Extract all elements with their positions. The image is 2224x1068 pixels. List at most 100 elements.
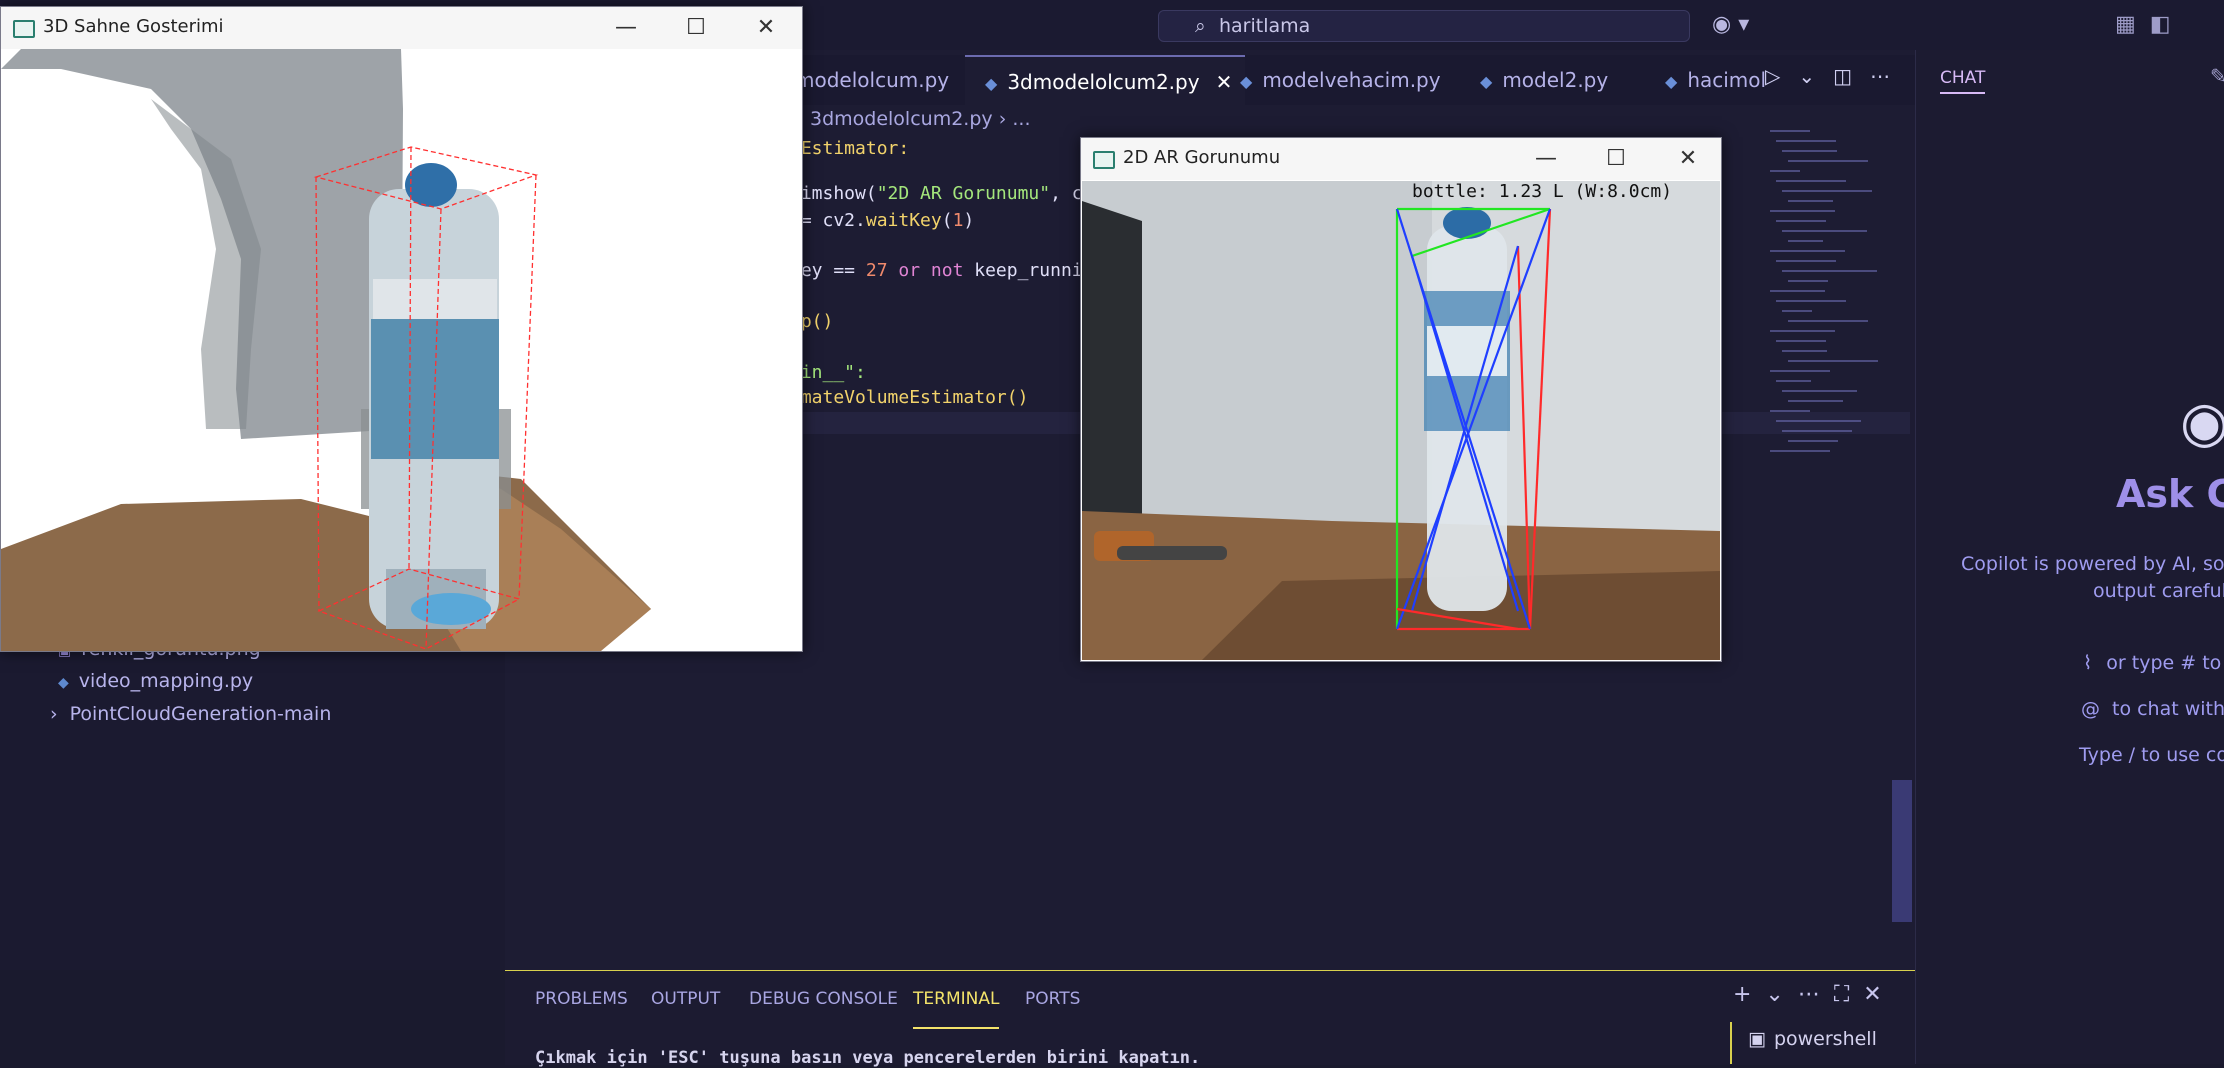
code-line[interactable]: .imshow("2D AR Gorunumu", c [790,183,1083,204]
window-titlebar[interactable]: 2D AR Gorunumu — ☐ ✕ [1081,138,1721,180]
minimap-line [1788,320,1868,322]
window-titlebar[interactable]: 3D Sahne Gosterimi — ☐ ✕ [1,7,802,49]
minimap-line [1776,420,1861,422]
tab-problems[interactable]: PROBLEMS [535,971,628,1027]
python-icon: ◆ [1240,72,1253,91]
panel-actions[interactable]: +⌄⋯⛶✕ [1733,982,1896,1007]
tab-modelolcum[interactable]: modelolcum.py [795,55,949,105]
maximize-icon[interactable]: ☐ [1591,143,1641,175]
window-2d-ar[interactable]: 2D AR Gorunumu — ☐ ✕ bottle: 1.23 L (W:8… [1080,137,1722,662]
tab-3dmodelolcum2[interactable]: ◆ 3dmodelolcum2.py ✕ [965,55,1245,107]
explorer-sidebar: ▣renkli_goruntu.png ◆video_mapping.py ›P… [0,630,505,970]
minimap-line [1782,230,1867,232]
minimap-line [1782,270,1877,272]
minimap-line [1788,160,1868,162]
window-title: 2D AR Gorunumu [1123,147,1281,168]
new-chat-icon[interactable]: ✎ [2210,64,2224,88]
chat-title: Ask Co [2116,472,2224,516]
minimap-line [1788,280,1828,282]
code-line[interactable]: imateVolumeEstimator() [790,387,1028,408]
copilot-icon[interactable]: ◉ ▾ [1712,12,1749,37]
paperclip-icon: ⌇ [2083,652,2093,674]
minimap-line [1770,370,1830,372]
app-icon [13,20,35,38]
minimap-line [1776,180,1846,182]
minimap-line [1776,140,1836,142]
minimap-line [1770,170,1800,172]
minimap-line [1788,440,1838,442]
tab-debug-console[interactable]: DEBUG CONSOLE [749,971,898,1027]
search-text: haritlama [1219,15,1311,37]
minimap[interactable] [1770,130,1890,460]
terminal-instance-powershell[interactable]: ▣ powershell [1730,1022,1917,1064]
tab-model2[interactable]: ◆ model2.py [1480,55,1608,105]
minimap-line [1770,410,1810,412]
minimap-line [1788,360,1878,362]
folder-pointcloudgeneration[interactable]: › PointCloudGeneration-main [50,703,331,725]
minimap-line [1770,450,1830,452]
app-icon [1093,151,1115,169]
chevron-right-icon: › [50,703,58,725]
minimize-icon[interactable]: — [1521,143,1571,175]
minimap-line [1788,400,1843,402]
tab-terminal[interactable]: TERMINAL [913,971,1000,1029]
close-icon[interactable]: ✕ [1216,70,1233,94]
window-title: 3D Sahne Gosterimi [43,16,224,37]
minimize-icon[interactable]: — [601,12,651,44]
minimap-line [1776,380,1811,382]
python-icon: ◆ [1665,72,1678,91]
chat-disclaimer: Copilot is powered by AI, so m [1961,553,2224,575]
run-controls[interactable]: ▷⌄◫⋯ [1765,64,1908,88]
minimap-line [1782,150,1837,152]
chevron-right-icon: › [998,108,1007,130]
copilot-icon: ◉ [2180,390,2224,455]
minimap-line [1776,300,1846,302]
minimap-line [1776,340,1826,342]
command-center-search[interactable]: ⌕ haritlama [1158,10,1690,42]
layout-toggle-icons[interactable]: ▦◧ [2115,12,2185,37]
chat-hint-slash: Type / to use con [2079,744,2224,766]
code-line[interactable]: = cv2.waitKey(1) [790,210,974,231]
tab-output[interactable]: OUTPUT [651,971,720,1027]
chat-hint-attach: ⌇or type # to a [2083,652,2224,674]
code-line[interactable]: eEstimator: [790,138,909,159]
maximize-icon[interactable]: ☐ [671,12,721,44]
breadcrumb[interactable]: 3dmodelolcum2.py › ... [810,108,1030,130]
minimap-line [1770,210,1835,212]
minimap-line [1782,350,1827,352]
python-icon: ◆ [1480,72,1493,91]
tab-modelvehacim[interactable]: ◆ modelvehacim.py [1240,55,1441,105]
camera-frame [1082,181,1720,660]
minimap-line [1782,390,1857,392]
minimap-line [1788,200,1833,202]
camera-ar-view[interactable]: bottle: 1.23 L (W:8.0cm) [1082,181,1720,660]
minimap-line [1776,220,1826,222]
tab-hacimol[interactable]: ◆ hacimol [1665,55,1765,105]
minimap-line [1782,430,1852,432]
file-video-mapping[interactable]: ◆ video_mapping.py [58,670,253,692]
code-line[interactable]: key == 27 or not keep_runni [790,260,1083,281]
minimap-line [1782,190,1872,192]
close-icon[interactable]: ✕ [741,12,791,44]
minimap-line [1782,310,1812,312]
point-cloud-view[interactable] [1,49,802,651]
minimap-line [1770,250,1845,252]
minimap-line [1788,240,1823,242]
minimap-line [1770,330,1835,332]
minimap-line [1770,130,1810,132]
point-cloud-render [1,49,802,651]
ar-measurement-label: bottle: 1.23 L (W:8.0cm) [1412,181,1673,202]
window-3d-scene[interactable]: 3D Sahne Gosterimi — ☐ ✕ [0,6,803,652]
chat-disclaimer: output carefully [2093,580,2224,602]
python-file-icon: ◆ [58,675,69,691]
at-icon: @ [2081,698,2100,720]
minimap-line [1770,290,1825,292]
python-icon: ◆ [985,74,998,93]
search-icon: ⌕ [1195,15,1206,37]
chat-hint-mention: @to chat with e [2081,698,2224,720]
close-icon[interactable]: ✕ [1663,143,1713,175]
minimap-line [1776,260,1836,262]
scrollbar[interactable] [1892,780,1912,922]
tab-chat[interactable]: CHAT [1940,68,1986,94]
tab-ports[interactable]: PORTS [1025,971,1080,1027]
